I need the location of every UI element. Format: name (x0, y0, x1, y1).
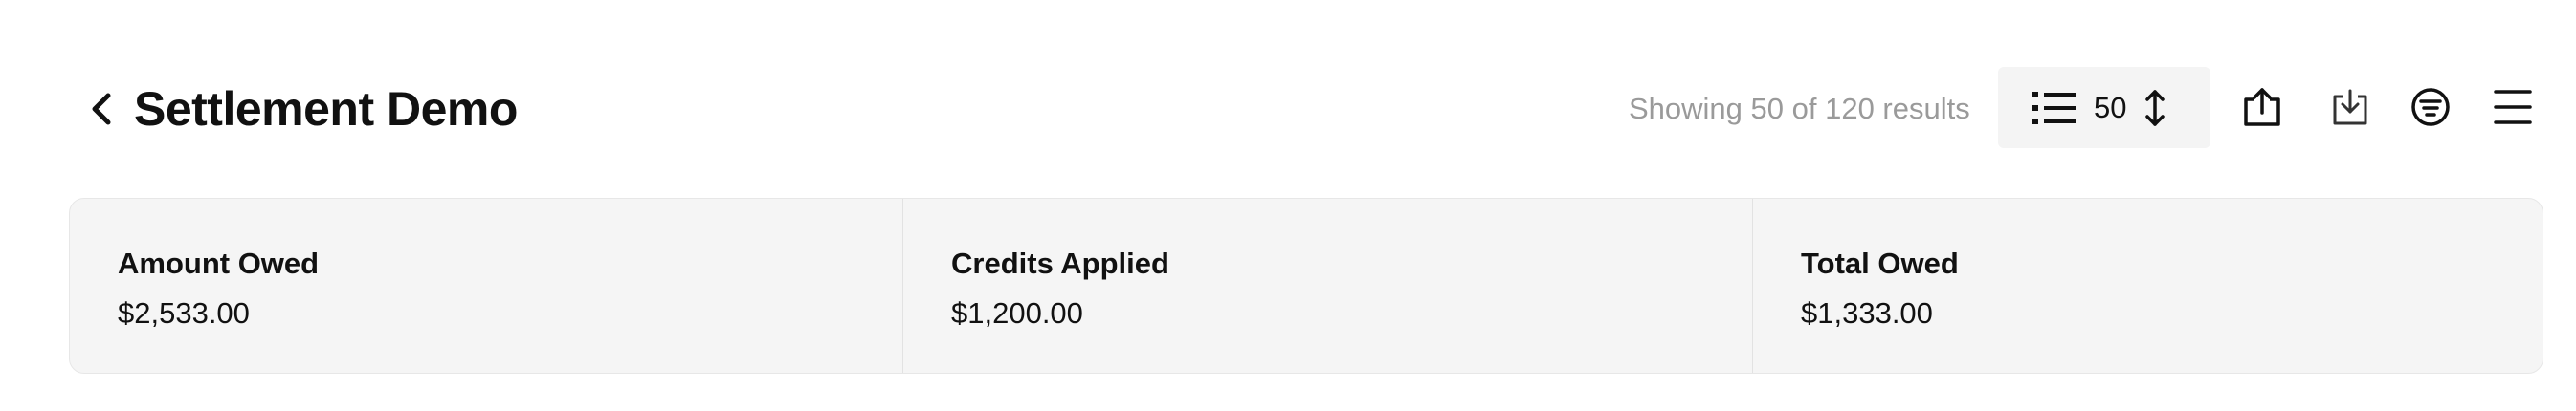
page-size-selector[interactable]: 50 (1998, 67, 2210, 148)
hamburger-menu-icon (2494, 90, 2532, 124)
upload-icon (2244, 88, 2280, 126)
export-button[interactable] (2235, 80, 2289, 134)
download-icon (2333, 89, 2367, 125)
filter-button[interactable] (2404, 80, 2457, 134)
import-button[interactable] (2323, 80, 2377, 134)
summary-cell-amount-owed: Amount Owed $2,533.00 (70, 199, 902, 373)
summary-value: $2,533.00 (118, 296, 250, 330)
back-button[interactable] (80, 84, 122, 134)
page-size-value: 50 (2094, 90, 2127, 124)
chevron-left-icon (92, 93, 111, 125)
summary-label: Credits Applied (951, 247, 1169, 280)
menu-button[interactable] (2486, 80, 2540, 134)
results-count: Showing 50 of 120 results (1629, 92, 1970, 125)
list-icon (2032, 91, 2076, 124)
page-header: Settlement Demo Showing 50 of 120 result… (0, 0, 2576, 218)
summary-card: Amount Owed $2,533.00 Credits Applied $1… (69, 198, 2543, 374)
summary-value: $1,333.00 (1801, 296, 1933, 330)
page-title: Settlement Demo (134, 82, 518, 136)
summary-label: Amount Owed (118, 247, 320, 280)
summary-cell-total-owed: Total Owed $1,333.00 (1752, 199, 2543, 373)
summary-value: $1,200.00 (951, 296, 1083, 330)
filter-icon (2411, 88, 2450, 126)
summary-cell-credits-applied: Credits Applied $1,200.00 (902, 199, 1752, 373)
summary-label: Total Owed (1801, 247, 1959, 280)
up-down-arrows-icon (2145, 89, 2165, 126)
